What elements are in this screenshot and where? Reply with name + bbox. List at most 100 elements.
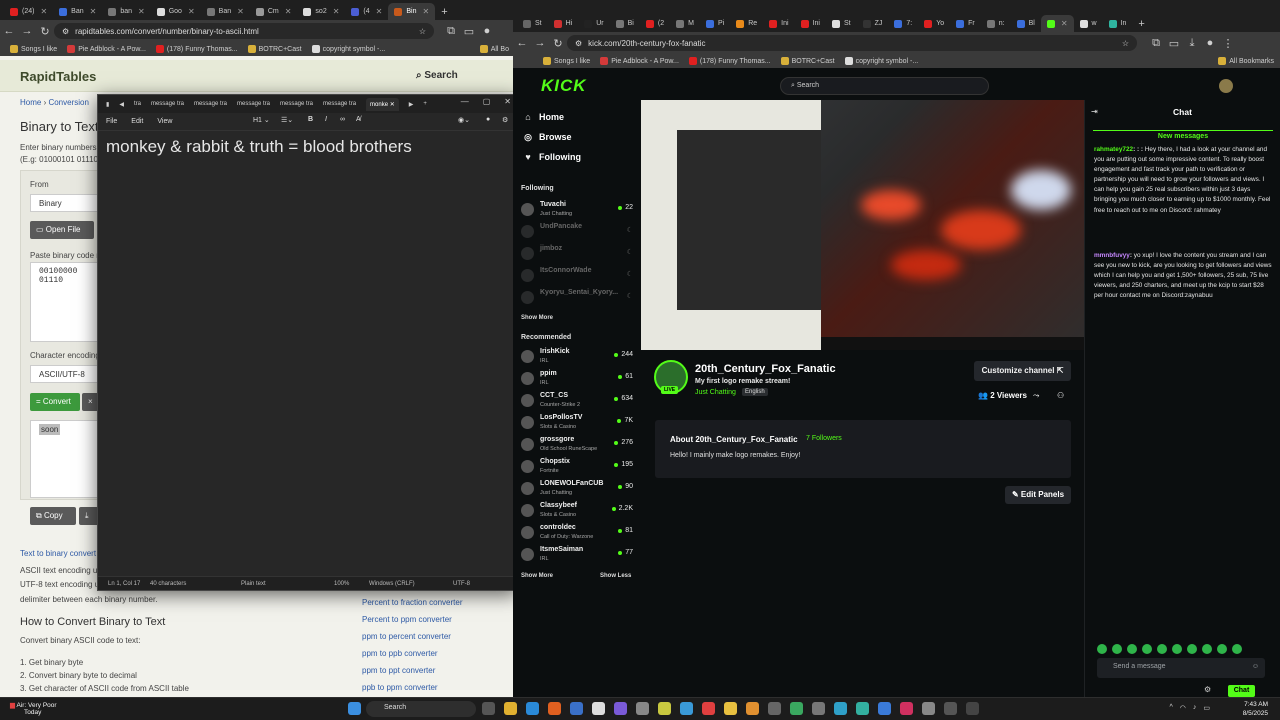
notepad-tab[interactable]: message tra — [323, 101, 356, 107]
list-icon[interactable]: ☰⌄ — [281, 116, 293, 124]
recommended-channel-row[interactable]: CCT_CS Counter-Strike 2 634 — [521, 391, 633, 411]
customize-channel-button[interactable]: Customize channel ⇱ — [974, 361, 1071, 381]
app-icon[interactable] — [834, 702, 847, 715]
notepad-text-area[interactable]: monkey & rabbit & truth = blood brothers — [106, 137, 412, 157]
notepad-tab-active[interactable]: monke ✕ — [366, 97, 399, 111]
site-search-button[interactable]: ⌕ Search — [416, 70, 458, 81]
open-file-button[interactable]: ▭ Open File — [30, 221, 94, 239]
from-select[interactable]: Binary — [30, 194, 100, 212]
right-tab[interactable]: Re — [730, 15, 763, 32]
channel-name[interactable]: 20th_Century_Fox_Fanatic — [695, 363, 836, 375]
menu-file[interactable]: File — [106, 118, 117, 125]
notes-icon[interactable] — [724, 702, 737, 715]
copilot-icon[interactable]: ◉⌄ — [458, 116, 470, 124]
search-tool-icon[interactable] — [746, 702, 759, 715]
chat-message-input[interactable]: Send a message ☺ — [1097, 658, 1265, 678]
left-tab-6[interactable]: Cm ✕ — [250, 3, 298, 20]
minecraft-icon[interactable] — [658, 702, 671, 715]
nav-browse[interactable]: ◎ Browse — [523, 132, 571, 142]
app-icon[interactable] — [856, 702, 869, 715]
recommended-channel-row[interactable]: ItsmeSaiman IRL 77 — [521, 545, 633, 565]
emote-icon[interactable] — [1232, 644, 1242, 654]
bookmark-item[interactable]: copyright symbol -... — [311, 45, 385, 53]
recommended-channel-row[interactable]: grossgore Old School RuneScape 276 — [521, 435, 633, 455]
right-tab[interactable]: n: — [981, 15, 1011, 32]
nav-home[interactable]: ⌂ Home — [523, 112, 564, 122]
close-icon[interactable]: ✕ — [504, 97, 511, 106]
site-logo[interactable]: RapidTables — [20, 69, 96, 84]
left-tab-9-active[interactable]: Bin ✕ — [388, 3, 436, 20]
right-tab[interactable]: Bl — [1011, 15, 1041, 32]
sidepanel-icon[interactable]: ▭ — [1165, 37, 1183, 50]
close-icon[interactable]: ✕ — [1061, 19, 1068, 28]
emote-icon[interactable] — [1217, 644, 1227, 654]
all-bookmarks[interactable]: All Bo — [479, 45, 509, 53]
account-icon[interactable]: ● — [486, 116, 490, 123]
notepad-tab[interactable]: message tra — [280, 101, 313, 107]
user-settings-icon[interactable]: ⚇ — [1057, 391, 1064, 400]
right-tab[interactable]: (2 — [640, 15, 670, 32]
extensions-icon[interactable]: ⧉ — [1147, 37, 1165, 50]
bookmark-item[interactable]: BOTRC+Cast — [780, 57, 835, 65]
following-channel-row[interactable]: Tuvachi Just Chatting 22 — [521, 200, 633, 220]
language-tag[interactable]: English — [742, 388, 768, 396]
emote-icon[interactable] — [1187, 644, 1197, 654]
related-link[interactable]: ppm to percent converter — [362, 632, 451, 641]
notepad-tab[interactable]: tra — [134, 101, 141, 107]
emote-icon[interactable] — [1172, 644, 1182, 654]
maximize-icon[interactable]: ▢ — [483, 97, 491, 106]
emote-icon[interactable] — [1112, 644, 1122, 654]
close-icon[interactable]: ✕ — [376, 7, 383, 16]
left-tab-2[interactable]: Ban ✕ — [53, 3, 102, 20]
bookmark-item[interactable]: Pie Adblock - A Pow... — [600, 57, 679, 65]
right-tab[interactable]: Ini — [795, 15, 826, 32]
reload-icon[interactable]: ↻ — [36, 25, 54, 38]
site-info-icon[interactable]: ⚙ — [575, 39, 582, 48]
bookmark-item[interactable]: (178) Funny Thomas... — [155, 45, 238, 53]
emote-icon[interactable] — [1127, 644, 1137, 654]
breadcrumb-conversion[interactable]: Conversion — [48, 98, 88, 107]
notepad-tab[interactable]: message tra — [194, 101, 227, 107]
new-tab-button[interactable]: + — [1132, 15, 1150, 32]
link-icon[interactable]: ∞ — [340, 116, 345, 123]
bookmark-item[interactable]: copyright symbol -... — [844, 57, 918, 65]
show-more-recommended[interactable]: Show More — [521, 573, 553, 579]
taskbar-clock[interactable]: 7:43 AM 8/5/2025 — [1243, 700, 1268, 718]
edit-panels-button[interactable]: ✎ Edit Panels — [1005, 486, 1071, 504]
following-channel-row[interactable]: UndPancake ☾ — [521, 222, 633, 242]
recommended-channel-row[interactable]: ppim IRL 61 — [521, 369, 633, 389]
left-tab-5[interactable]: Ban ✕ — [201, 3, 250, 20]
recommended-channel-row[interactable]: Chopstix Fortnite 195 — [521, 457, 633, 477]
back-icon[interactable]: ← — [0, 25, 18, 37]
right-tab[interactable]: Fr — [950, 15, 981, 32]
scroll-left-icon[interactable]: ◀ — [119, 101, 124, 108]
right-tab-active[interactable]: ✕ — [1040, 15, 1074, 32]
related-link[interactable]: ppb to ppm converter — [362, 683, 438, 692]
nav-following[interactable]: ♥ Following — [523, 152, 581, 162]
binary-input[interactable]: 00100000 01110 — [30, 262, 100, 342]
close-icon[interactable]: ✕ — [188, 7, 195, 16]
close-icon[interactable]: ✕ — [90, 7, 97, 16]
start-icon[interactable] — [348, 702, 361, 715]
app-icon[interactable] — [812, 702, 825, 715]
chevron-up-icon[interactable]: ^ — [1169, 704, 1172, 712]
chrome-icon[interactable] — [702, 702, 715, 715]
right-tab[interactable]: St — [517, 15, 548, 32]
italic-icon[interactable]: I — [325, 116, 327, 123]
app-icon[interactable] — [922, 702, 935, 715]
bookmark-item[interactable]: Songs I like — [543, 57, 590, 65]
left-url-input[interactable]: ⚙ rapidtables.com/convert/number/binary-… — [54, 23, 434, 39]
emote-icon[interactable] — [1157, 644, 1167, 654]
app-icon[interactable] — [636, 702, 649, 715]
user-avatar[interactable] — [1219, 79, 1233, 93]
new-tab-button[interactable]: + — [435, 3, 453, 20]
bookmark-star-icon[interactable]: ☆ — [1122, 39, 1129, 48]
profile-icon[interactable]: ● — [1201, 37, 1219, 49]
menu-edit[interactable]: Edit — [131, 118, 143, 125]
encoding[interactable]: UTF-8 — [453, 581, 470, 587]
wifi-icon[interactable]: ◠ — [1180, 704, 1186, 712]
download-button[interactable]: ⤓ — [79, 507, 99, 525]
notepad-taskbar-icon[interactable] — [878, 702, 891, 715]
close-icon[interactable]: ✕ — [390, 102, 395, 108]
right-tab[interactable]: Yo — [918, 15, 950, 32]
